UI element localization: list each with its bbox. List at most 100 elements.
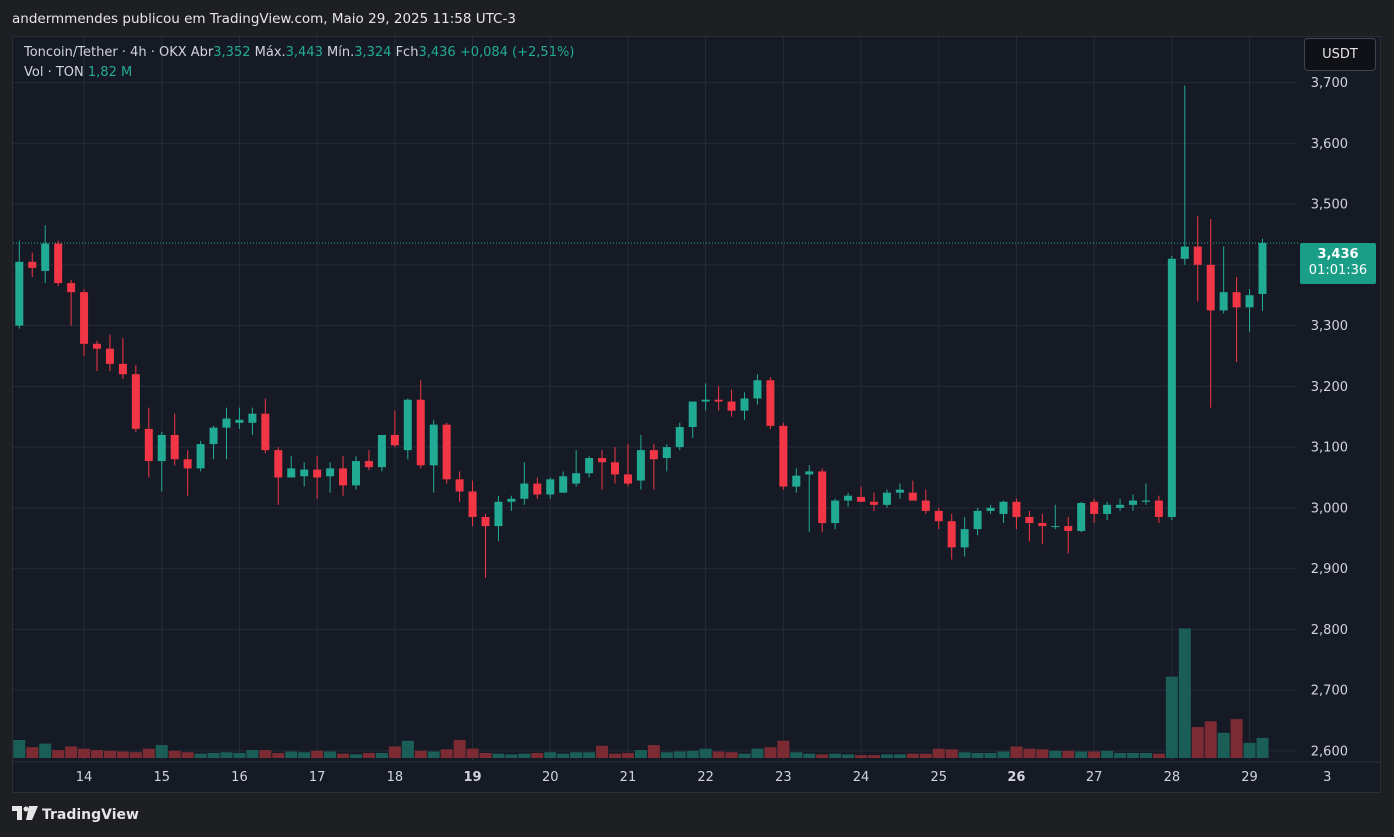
volume-bar <box>1243 742 1256 758</box>
y-axis-tick-label: 3,500 <box>1311 198 1348 213</box>
candle-body <box>636 450 645 481</box>
volume-bar <box>1178 628 1191 758</box>
candle-body <box>1025 516 1034 524</box>
x-axis-tick-label: 18 <box>387 770 404 785</box>
candle-body <box>623 474 632 484</box>
volume-bar <box>570 752 583 758</box>
candle-body <box>144 428 153 462</box>
candle-body <box>1090 501 1099 514</box>
volume-bar <box>311 750 324 758</box>
volume-bar <box>1023 748 1036 758</box>
candle-body <box>1206 264 1215 311</box>
candle-body <box>598 458 607 463</box>
candle-body <box>882 492 891 505</box>
volume-bar <box>1010 746 1023 758</box>
volume-bar <box>855 755 868 758</box>
volume-bar <box>777 740 790 758</box>
candle-body <box>1154 500 1163 517</box>
volume-bar <box>596 745 609 758</box>
candle-body <box>701 399 710 402</box>
candle-body <box>844 495 853 501</box>
open-value: 3,352 <box>213 45 251 60</box>
volume-bar <box>350 754 362 758</box>
candle-body <box>714 399 723 402</box>
candle-body <box>870 501 878 505</box>
candle-body <box>1258 242 1267 294</box>
candle-body <box>118 363 127 375</box>
volume-bar <box>1088 751 1101 758</box>
x-axis-tick-label: 19 <box>464 770 482 785</box>
x-axis-tick-label: 22 <box>697 770 714 785</box>
high-label: Máx. <box>254 45 286 60</box>
volume-bar <box>1217 732 1230 758</box>
close-label: Fch <box>395 45 419 60</box>
volume-bar <box>971 752 984 758</box>
volume-bar <box>13 740 26 758</box>
volume-bar <box>790 752 803 758</box>
candle-body <box>947 521 956 548</box>
volume-bar <box>1127 752 1139 758</box>
candlestick-chart[interactable]: 3,7003,6003,5003,4003,3003,2003,1003,000… <box>0 0 1394 837</box>
volume-label[interactable]: Vol · TON <box>24 65 84 80</box>
symbol-label[interactable]: Toncoin/Tether · 4h · OKX <box>24 45 187 60</box>
volume-bar <box>1165 676 1178 758</box>
volume-bar <box>116 751 129 758</box>
volume-bar <box>65 746 78 758</box>
candle-body <box>15 261 24 326</box>
candle-body <box>157 434 166 462</box>
candle-body <box>131 374 140 429</box>
y-axis-tick-label: 2,600 <box>1311 744 1348 759</box>
candle-body <box>740 398 749 411</box>
volume-bar <box>479 752 492 758</box>
candle-body <box>183 459 192 469</box>
volume-bar <box>958 752 971 758</box>
volume-bar <box>997 751 1010 758</box>
volume-bar <box>1230 719 1243 758</box>
volume-bar <box>919 753 932 758</box>
volume-bar <box>207 752 220 758</box>
x-axis-tick-label: 23 <box>775 770 792 785</box>
volume-bar <box>1062 750 1075 758</box>
volume-bar <box>647 745 660 758</box>
volume-bar <box>233 752 246 758</box>
candle-body <box>611 462 619 475</box>
x-axis-tick-label: 20 <box>542 770 559 785</box>
volume-bar <box>427 751 440 758</box>
volume-bar <box>103 750 116 758</box>
volume-bar <box>880 754 893 758</box>
volume-bar <box>1204 721 1217 758</box>
candle-body <box>818 471 827 524</box>
footer-branding[interactable]: TradingView <box>12 806 139 826</box>
candle-body <box>390 434 399 446</box>
x-axis-tick-label: 17 <box>309 770 326 785</box>
x-axis-tick-label: 24 <box>853 770 870 785</box>
candle-body <box>1012 501 1021 517</box>
y-axis-tick-label: 3,200 <box>1311 380 1348 395</box>
candle-body <box>766 380 775 426</box>
candle-body <box>248 413 257 423</box>
currency-button[interactable]: USDT <box>1304 38 1376 71</box>
candle-body <box>261 413 270 451</box>
candle-body <box>546 479 555 495</box>
candle-body <box>1064 526 1073 531</box>
candle-body <box>339 468 348 486</box>
candle-body <box>688 401 697 428</box>
candle-body <box>209 427 218 445</box>
candle-body <box>805 471 814 475</box>
volume-bar <box>621 752 634 758</box>
candle-body <box>1116 504 1125 508</box>
candle-body <box>222 418 231 428</box>
volume-value: 1,82 M <box>87 65 133 80</box>
candle-body <box>274 450 283 478</box>
candle-body <box>662 447 671 459</box>
volume-bar <box>1075 751 1088 758</box>
y-axis-tick-label: 3,700 <box>1311 76 1348 91</box>
volume-bar <box>298 752 311 758</box>
volume-bar <box>868 755 880 758</box>
volume-bar <box>259 750 272 758</box>
candle-body <box>442 424 451 480</box>
volume-bar <box>91 750 103 758</box>
y-axis-tick-label: 2,800 <box>1311 623 1348 638</box>
candle-body <box>54 243 63 284</box>
volume-bar <box>155 745 168 758</box>
